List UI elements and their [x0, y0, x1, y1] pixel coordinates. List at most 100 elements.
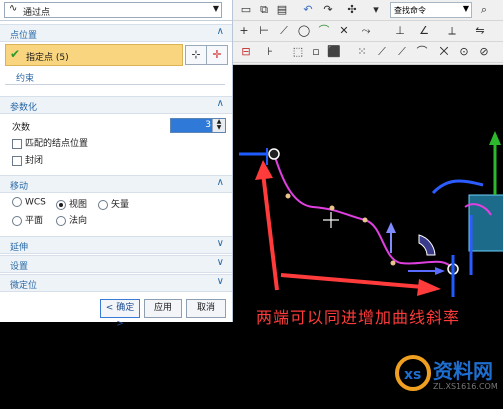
intersection-icon[interactable]: ⨉ — [437, 45, 451, 59]
toolbar-row-2: + ⊢ ⟋ ◯ ⌒ ✕ ⤳ ⊥ ∠ ⟂ ⇋ — [233, 21, 503, 42]
section-micro-position[interactable]: 微定位 ∨ — [0, 274, 232, 292]
cube-icon[interactable]: ⬛ — [327, 45, 341, 59]
plane-label: 平面 — [25, 216, 44, 226]
closed-checkbox[interactable] — [12, 155, 22, 166]
specified-points-label: 指定点 (5) — [26, 53, 69, 63]
tangent-icon[interactable]: ⌒ — [415, 45, 429, 59]
paste-icon[interactable]: ▤ — [275, 3, 289, 17]
circle-icon[interactable]: ◯ — [297, 24, 311, 38]
filter-icon[interactable]: ⊟ — [239, 45, 253, 59]
chevron-down-icon: ▼ — [462, 4, 469, 13]
line-icon[interactable]: ⊢ — [257, 24, 271, 38]
curve-icon: ∿ — [9, 3, 18, 14]
search-placeholder: 查找命令 — [394, 6, 426, 15]
svg-text:xs: xs — [404, 367, 421, 383]
match-knot-checkbox[interactable] — [12, 138, 22, 149]
pole-point — [390, 260, 396, 266]
cancel-button[interactable]: 取消 — [186, 299, 226, 318]
new-icon[interactable]: ▭ — [239, 3, 253, 17]
section-title: 参数化 — [10, 103, 38, 113]
constraint-link[interactable]: 约束 — [16, 71, 34, 84]
offset-icon[interactable]: ⟂ — [445, 24, 459, 38]
chevron-down-icon: ∨ — [216, 238, 224, 249]
ok-button[interactable]: < 确定 > — [100, 299, 140, 329]
point-plus-icon: ⊹ — [191, 48, 201, 61]
move-cursor — [323, 212, 339, 228]
toolbar-row-1: ▭ ⧉ ▤ ↶ ↷ ✣ ▾ 查找命令 ▼ ⌕ — [233, 0, 503, 21]
section-title: 延伸 — [10, 243, 29, 253]
section-title: 点位置 — [10, 31, 38, 41]
vector-label: 矢量 — [111, 200, 130, 210]
section-title: 移动 — [10, 182, 29, 192]
move-plane-option[interactable]: 平面 — [12, 213, 43, 226]
crosshair-icon: ✛ — [212, 48, 222, 61]
undo-icon[interactable]: ↶ — [301, 3, 315, 17]
section-settings[interactable]: 设置 ∨ — [0, 255, 232, 273]
checkmark-icon: ✔ — [10, 47, 21, 61]
command-search[interactable]: 查找命令 ▼ — [390, 2, 472, 18]
point-dialog-button[interactable]: ⊹ — [185, 45, 207, 65]
view-radio[interactable] — [56, 199, 66, 210]
watermark-logo-icon: xs — [395, 355, 431, 391]
arc-icon[interactable]: ⟋ — [277, 24, 291, 38]
move-vector-option[interactable]: 矢量 — [98, 197, 129, 210]
section-parameterization[interactable]: 参数化 ∧ — [0, 96, 232, 114]
section-move[interactable]: 移动 ∧ — [0, 175, 232, 193]
angle-icon[interactable]: ∠ — [417, 24, 431, 38]
chevron-up-icon: ∧ — [216, 98, 224, 109]
move-normal-option[interactable]: 法向 — [56, 213, 87, 226]
chevron-up-icon: ∧ — [216, 26, 224, 37]
match-knot-option[interactable]: 匹配的结点位置 — [12, 136, 88, 149]
section-extend[interactable]: 延伸 ∨ — [0, 236, 232, 254]
watermark: xs 资料网 ZL.XS1616.COM — [395, 349, 498, 399]
search-icon[interactable]: ⌕ — [477, 3, 491, 17]
section-title: 微定位 — [10, 281, 38, 291]
pole-point — [329, 205, 335, 211]
closed-option[interactable]: 封闭 — [12, 153, 43, 166]
point-constructor-button[interactable]: ✛ — [206, 45, 228, 65]
profile-icon[interactable]: + — [237, 24, 251, 38]
vector-radio[interactable] — [98, 199, 108, 210]
toolbar-row-3: ⊟ ⊦ ⬚ ▫ ⬛ ⁙ ⟋ ⟋ ⌒ ⨉ ⊙ ⊘ — [233, 42, 503, 63]
move-wcs-option[interactable]: WCS — [12, 197, 46, 208]
fillet-icon[interactable]: ⌒ — [317, 24, 331, 38]
dropdown-icon[interactable]: ▾ — [369, 3, 383, 17]
snap-grid-icon[interactable]: ⁙ — [355, 45, 369, 59]
apply-button[interactable]: 应用 — [144, 299, 182, 318]
redo-icon[interactable]: ↷ — [321, 3, 335, 17]
view-label: 视图 — [69, 200, 88, 210]
normal-label: 法向 — [69, 216, 88, 226]
curve-type-select[interactable]: ∿ 通过点 ▼ — [4, 2, 222, 18]
pole-point — [285, 193, 291, 199]
copy-icon[interactable]: ⧉ — [257, 3, 271, 17]
degree-input[interactable]: 3 ▲ ▼ — [170, 118, 226, 133]
normal-radio[interactable] — [56, 215, 66, 226]
section-point-location[interactable]: 点位置 ∧ — [0, 24, 232, 42]
chevron-up-icon: ∧ — [216, 177, 224, 188]
plane-radio[interactable] — [12, 215, 22, 226]
end-point-left — [268, 148, 280, 160]
watermark-brand: 资料网 — [433, 359, 493, 383]
end-point-icon[interactable]: ⟋ — [375, 45, 389, 59]
specified-points-row[interactable]: ✔ 指定点 (5) — [5, 44, 183, 66]
dimension-icon[interactable]: ⊥ — [393, 24, 407, 38]
red-arrow-left — [261, 172, 279, 291]
move-view-option[interactable]: 视图 — [56, 197, 87, 210]
wcs-radio[interactable] — [12, 197, 22, 207]
center-icon[interactable]: ⊙ — [457, 45, 471, 59]
window-icon[interactable]: ▫ — [309, 45, 323, 59]
watermark-url: ZL.XS1616.COM — [433, 382, 498, 391]
chevron-down-icon: ∨ — [216, 257, 224, 268]
mirror-icon[interactable]: ⇋ — [473, 24, 487, 38]
spinner[interactable]: ▲ ▼ — [212, 119, 225, 132]
section-title: 设置 — [10, 262, 29, 272]
midpoint-icon[interactable]: ⟋ — [395, 45, 409, 59]
pole-point — [362, 217, 368, 223]
extend-icon[interactable]: ⤳ — [359, 24, 373, 38]
trim-icon[interactable]: ✕ — [337, 24, 351, 38]
snap-icon[interactable]: ✣ — [345, 3, 359, 17]
quadrant-icon[interactable]: ⊘ — [477, 45, 491, 59]
select-box-icon[interactable]: ⬚ — [291, 45, 305, 59]
closed-label: 封闭 — [25, 156, 44, 166]
curve-rule-icon[interactable]: ⊦ — [263, 45, 277, 59]
